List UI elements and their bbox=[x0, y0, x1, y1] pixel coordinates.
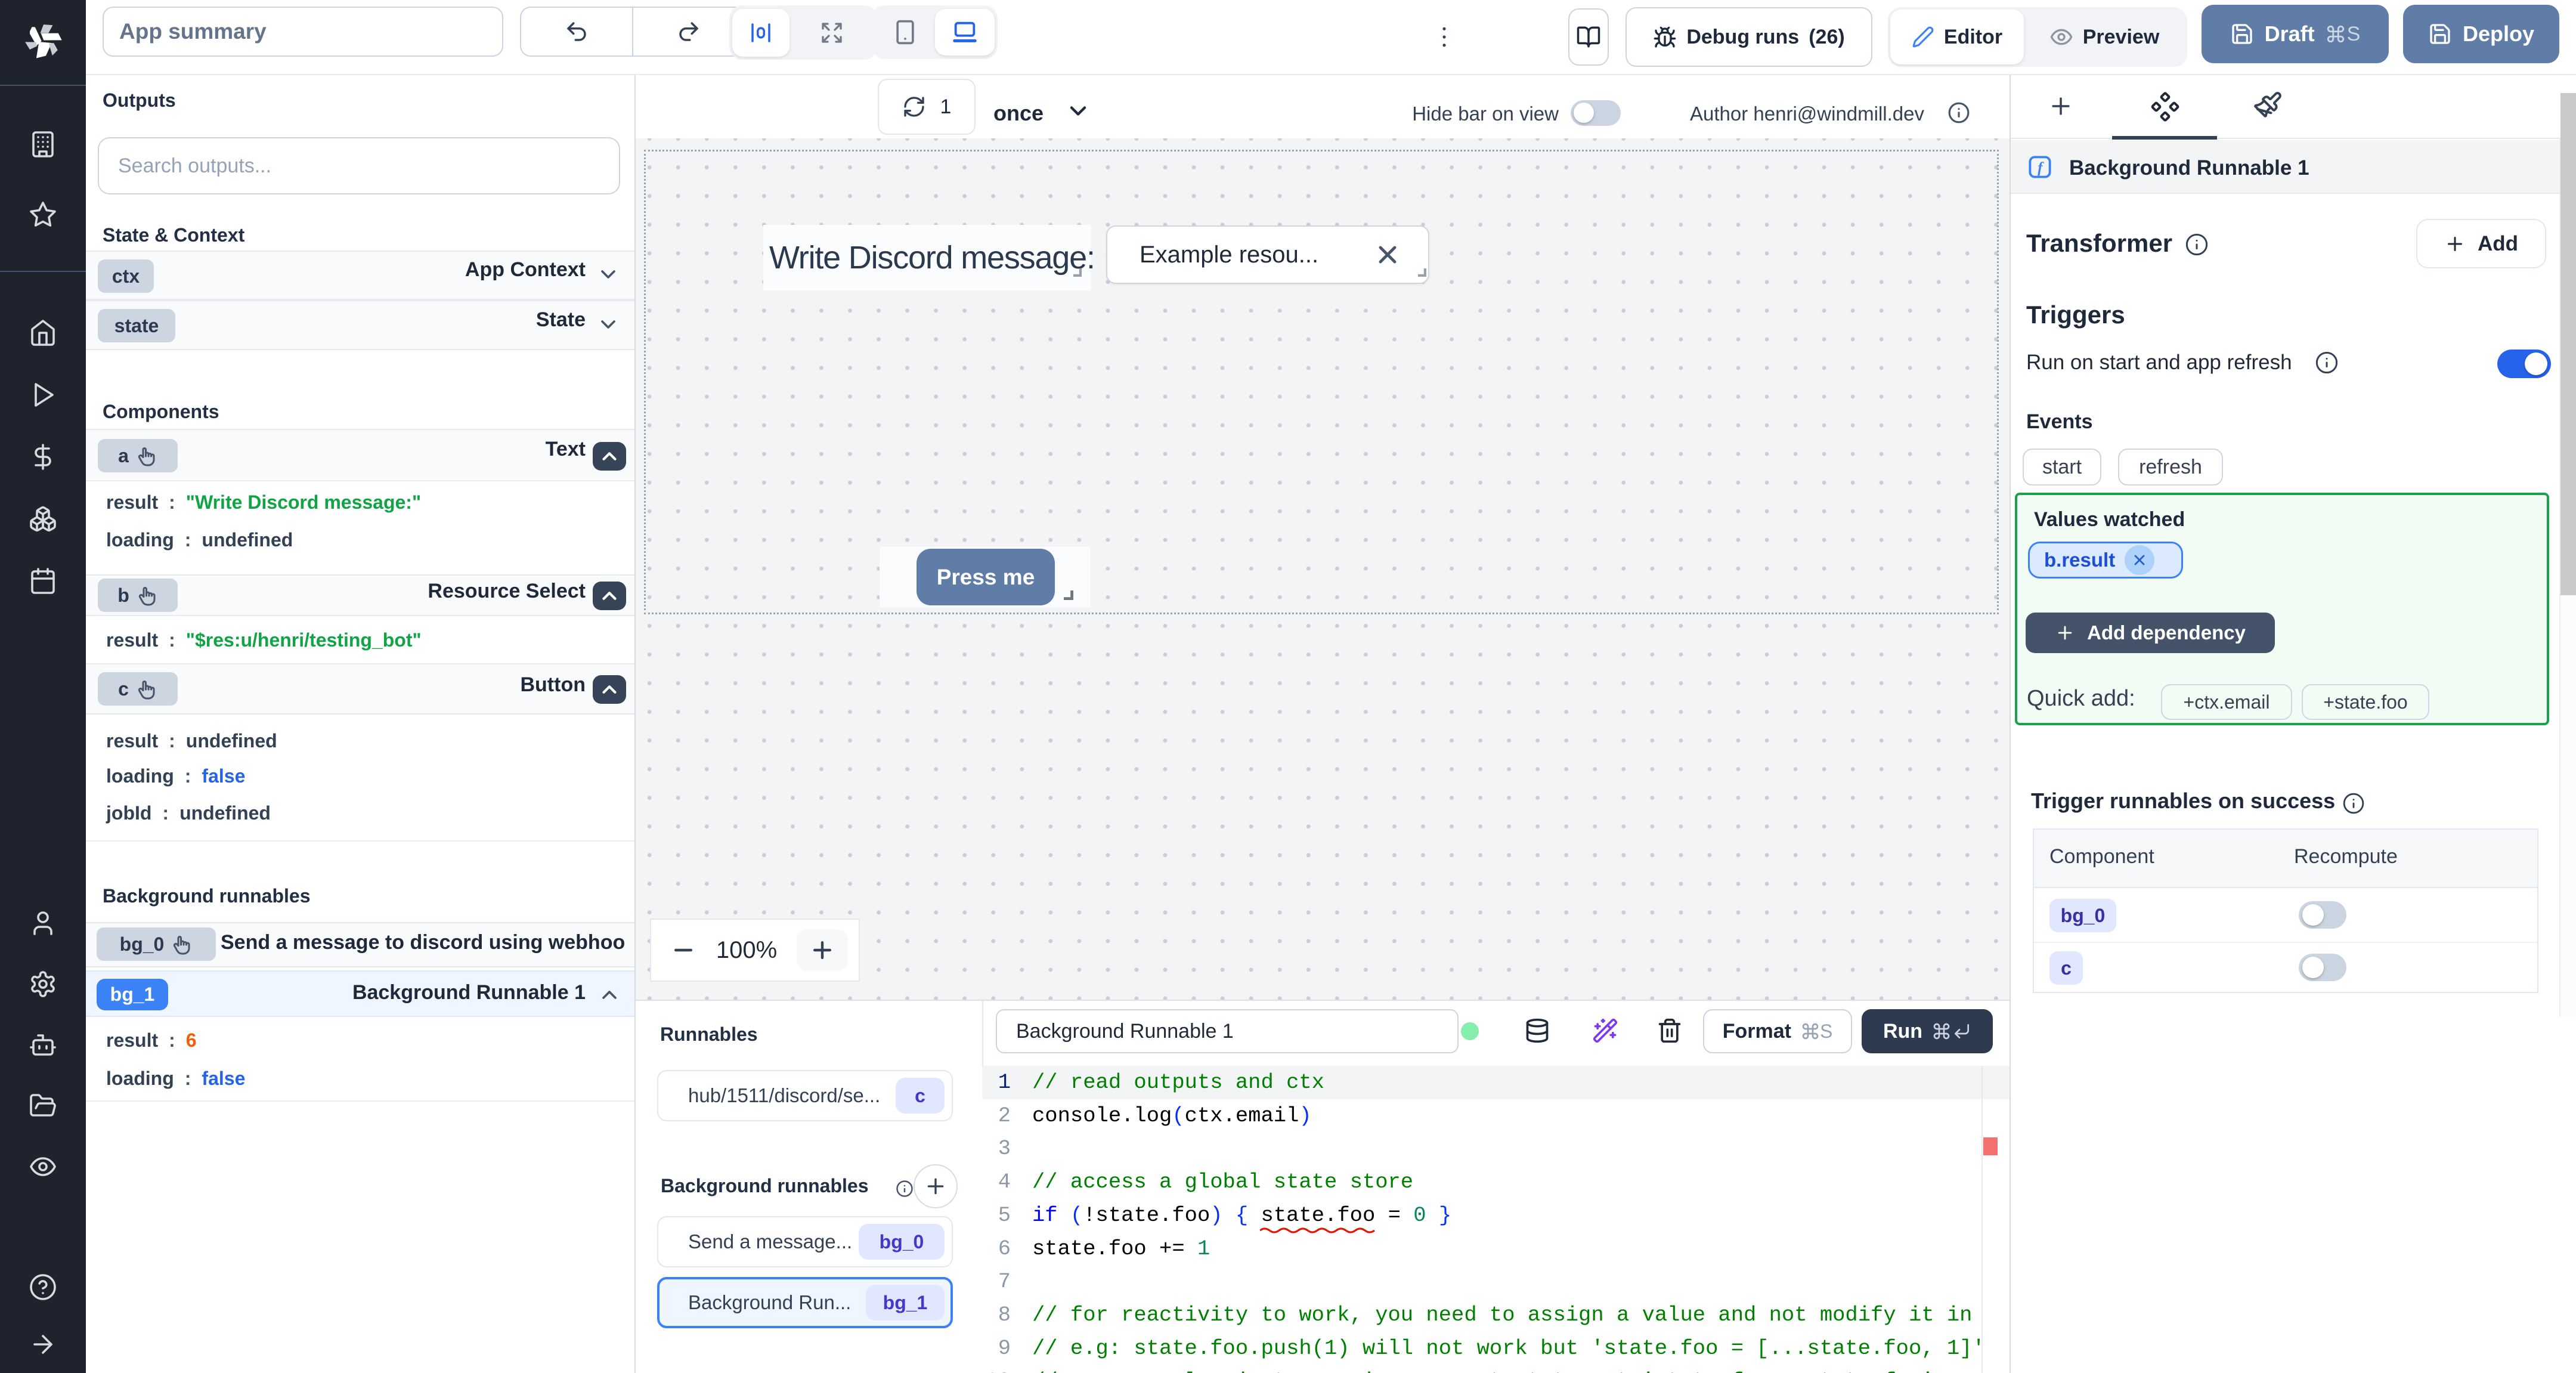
svg-text:f: f bbox=[2038, 159, 2044, 176]
